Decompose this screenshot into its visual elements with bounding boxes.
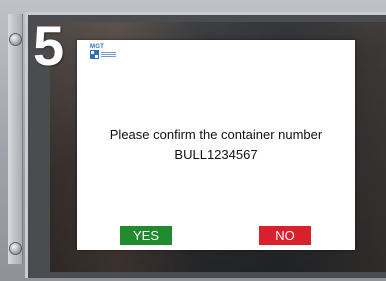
step-number-label: 5 [33, 14, 65, 77]
no-button[interactable]: NO [259, 226, 311, 245]
screw-icon [9, 242, 22, 255]
company-logo: MGT [90, 44, 116, 60]
side-panel [8, 14, 23, 264]
screw-icon [9, 33, 22, 46]
logo-mark-icon [90, 50, 99, 59]
confirm-dialog: MGT Please confirm the container number … [77, 40, 355, 250]
container-number: BULL1234567 [174, 147, 258, 163]
message-prompt: Please confirm the container number [109, 127, 323, 142]
confirm-message: Please confirm the container number BULL… [77, 125, 355, 165]
yes-button[interactable]: YES [120, 226, 172, 245]
logo-lines-icon [101, 52, 116, 53]
